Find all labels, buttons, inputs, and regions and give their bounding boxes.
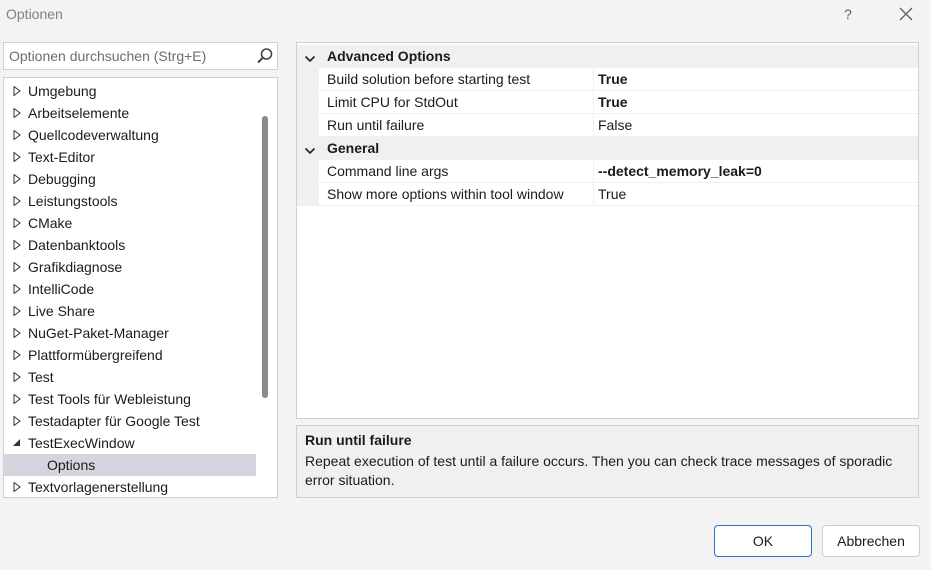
options-tree: Umgebung Arbeitselemente Quellcodeverwaltu… xyxy=(3,77,278,498)
collapsed-arrow-icon[interactable] xyxy=(12,212,24,234)
tree-item-label: TestExecWindow xyxy=(28,435,135,451)
close-icon xyxy=(899,7,913,21)
collapsed-arrow-icon[interactable] xyxy=(12,278,24,300)
tree-item-label: Live Share xyxy=(28,303,95,319)
tree-item[interactable]: Text-Editor xyxy=(4,146,256,168)
row-gutter xyxy=(297,183,319,206)
description-title: Run until failure xyxy=(305,432,412,448)
tree-scrollbar[interactable] xyxy=(262,116,268,398)
chevron-down-icon[interactable] xyxy=(304,51,316,67)
tree-item-label: Umgebung xyxy=(28,83,97,99)
collapsed-arrow-icon[interactable] xyxy=(12,124,24,146)
collapsed-arrow-icon[interactable] xyxy=(12,190,24,212)
tree-item-label: IntelliCode xyxy=(28,281,95,297)
category-label: Advanced Options xyxy=(327,48,451,64)
tree-item[interactable]: CMake xyxy=(4,212,256,234)
tree-item-label: Datenbanktools xyxy=(28,237,126,253)
tree-item[interactable]: Plattformübergreifend xyxy=(4,344,256,366)
collapsed-arrow-icon[interactable] xyxy=(12,80,24,102)
row-gutter xyxy=(297,160,319,183)
row-gutter xyxy=(297,68,319,91)
tree-item[interactable]: Quellcodeverwaltung xyxy=(4,124,256,146)
tree-item[interactable]: NuGet-Paket-Manager xyxy=(4,322,256,344)
collapsed-arrow-icon[interactable] xyxy=(12,322,24,344)
property-value[interactable]: True xyxy=(593,68,918,91)
collapsed-arrow-icon[interactable] xyxy=(12,388,24,410)
tree-item-label: CMake xyxy=(28,215,73,231)
ok-button[interactable]: OK xyxy=(714,525,812,557)
tree-item-label: Testadapter für Google Test xyxy=(28,413,200,429)
tree-item[interactable]: Debugging xyxy=(4,168,256,190)
category-header[interactable]: General xyxy=(297,137,918,160)
options-search xyxy=(3,42,278,70)
property-row[interactable]: Show more options within tool window True xyxy=(297,183,918,206)
tree-item[interactable]: Testadapter für Google Test xyxy=(4,410,256,432)
close-button[interactable] xyxy=(892,2,920,26)
property-row[interactable]: Limit CPU for StdOut True xyxy=(297,91,918,114)
tree-item[interactable]: Test xyxy=(4,366,256,388)
collapsed-arrow-icon[interactable] xyxy=(12,234,24,256)
tree-item-label: Plattformübergreifend xyxy=(28,347,163,363)
collapsed-arrow-icon[interactable] xyxy=(12,102,24,124)
collapsed-arrow-icon[interactable] xyxy=(12,300,24,322)
window-title: Optionen xyxy=(6,6,63,22)
tree-item[interactable]: Grafikdiagnose xyxy=(4,256,256,278)
search-input[interactable] xyxy=(4,43,249,69)
help-button[interactable]: ? xyxy=(834,2,862,26)
property-name[interactable]: Build solution before starting test xyxy=(319,68,593,91)
collapsed-arrow-icon[interactable] xyxy=(12,410,24,432)
collapsed-arrow-icon[interactable] xyxy=(12,256,24,278)
title-bar: Optionen ? xyxy=(0,0,931,30)
tree-item-label: Quellcodeverwaltung xyxy=(28,127,159,143)
property-grid: Advanced Options Build solution before st… xyxy=(296,42,919,419)
property-row[interactable]: Build solution before starting test True xyxy=(297,68,918,91)
tree-item[interactable]: Textvorlagenerstellung xyxy=(4,476,256,497)
tree-item[interactable]: Live Share xyxy=(4,300,256,322)
property-name[interactable]: Command line args xyxy=(319,160,593,183)
tree-item-label: Grafikdiagnose xyxy=(28,259,123,275)
tree-item[interactable]: Umgebung xyxy=(4,80,256,102)
property-value[interactable]: True xyxy=(593,183,918,206)
search-icon[interactable] xyxy=(256,47,274,65)
tree-item[interactable]: IntelliCode xyxy=(4,278,256,300)
category-header[interactable]: Advanced Options xyxy=(297,45,918,68)
tree-item[interactable]: Options xyxy=(4,454,256,476)
tree-item[interactable]: Leistungstools xyxy=(4,190,256,212)
row-gutter xyxy=(297,114,319,137)
property-name[interactable]: Run until failure xyxy=(319,114,593,137)
row-gutter xyxy=(297,91,319,114)
cancel-button[interactable]: Abbrechen xyxy=(822,525,920,557)
tree-item-label: NuGet-Paket-Manager xyxy=(28,325,169,341)
tree-item[interactable]: Test Tools für Webleistung xyxy=(4,388,256,410)
tree-item-label: Leistungstools xyxy=(28,193,118,209)
tree-item-label: Test xyxy=(28,369,54,385)
collapsed-arrow-icon[interactable] xyxy=(12,168,24,190)
collapsed-arrow-icon[interactable] xyxy=(12,366,24,388)
property-row[interactable]: Command line args --detect_memory_leak=0 xyxy=(297,160,918,183)
expanded-arrow-icon[interactable] xyxy=(12,432,24,454)
property-value[interactable]: --detect_memory_leak=0 xyxy=(593,160,918,183)
description-panel: Run until failure Repeat execution of te… xyxy=(296,425,919,498)
tree-item[interactable]: Datenbanktools xyxy=(4,234,256,256)
tree-item[interactable]: Arbeitselemente xyxy=(4,102,256,124)
property-name[interactable]: Show more options within tool window xyxy=(319,183,593,206)
property-row[interactable]: Run until failure False xyxy=(297,114,918,137)
collapsed-arrow-icon[interactable] xyxy=(12,344,24,366)
property-name[interactable]: Limit CPU for StdOut xyxy=(319,91,593,114)
tree-item-label: Options xyxy=(47,457,96,473)
chevron-down-icon[interactable] xyxy=(304,143,316,159)
collapsed-arrow-icon[interactable] xyxy=(12,476,24,497)
tree-item-label: Debugging xyxy=(28,171,96,187)
tree-item[interactable]: TestExecWindow xyxy=(4,432,256,454)
tree-item-label: Text-Editor xyxy=(28,149,95,165)
category-label: General xyxy=(327,140,380,156)
description-text: Repeat execution of test until a failure… xyxy=(305,453,893,488)
property-value[interactable]: False xyxy=(593,114,918,137)
tree-item-label: Arbeitselemente xyxy=(28,105,130,121)
collapsed-arrow-icon[interactable] xyxy=(12,146,24,168)
tree-item-label: Test Tools für Webleistung xyxy=(28,391,191,407)
property-value[interactable]: True xyxy=(593,91,918,114)
tree-item-label: Textvorlagenerstellung xyxy=(28,479,169,495)
